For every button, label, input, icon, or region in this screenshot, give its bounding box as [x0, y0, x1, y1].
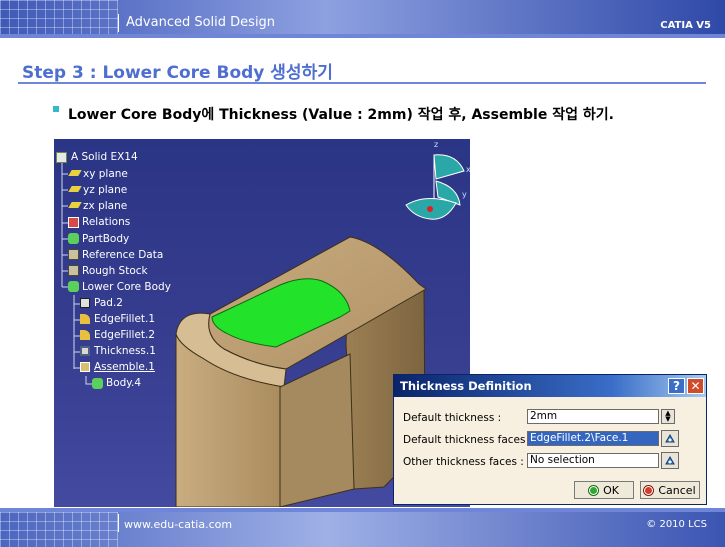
header-brand: CATIA V5: [660, 20, 711, 31]
default-faces-select-button[interactable]: [661, 430, 679, 447]
other-faces-select-button[interactable]: [661, 452, 679, 469]
tree-item-pad-2[interactable]: Pad.2: [94, 297, 123, 309]
body-icon: [92, 378, 103, 389]
tree-item-zx-plane[interactable]: zx plane: [83, 200, 127, 212]
compass-icon[interactable]: z x y: [396, 139, 470, 229]
default-faces-field[interactable]: EdgeFillet.2\Face.1: [527, 431, 659, 446]
other-faces-label: Other thickness faces :: [403, 456, 524, 468]
body-icon: [68, 233, 79, 244]
geometrical-set-icon: [68, 265, 79, 276]
default-faces-label: Default thickness faces :: [403, 434, 533, 446]
cancel-button[interactable]: Cancel: [640, 481, 700, 499]
thickness-spinner[interactable]: ▲ ▼: [661, 409, 675, 424]
header-separator: [118, 14, 119, 32]
header-title: Advanced Solid Design: [126, 15, 276, 30]
tree-item-rough-stock[interactable]: Rough Stock: [82, 265, 148, 277]
face-selection-icon: [665, 455, 675, 464]
tree-item-lower-core-body[interactable]: Lower Core Body: [82, 281, 171, 293]
instruction-text: Lower Core Body에 Thickness (Value : 2mm)…: [68, 107, 614, 123]
relations-icon: [68, 217, 79, 228]
assemble-icon: [80, 362, 90, 372]
header-grid-pattern: [0, 0, 118, 34]
ok-button[interactable]: OK: [574, 481, 634, 499]
footer-url[interactable]: www.edu-catia.com: [124, 518, 232, 531]
default-thickness-input[interactable]: 2mm: [527, 409, 659, 424]
ok-button-label: OK: [603, 483, 619, 497]
footer-separator: [118, 514, 119, 532]
face-selection-icon: [665, 433, 675, 442]
ok-green-icon: [589, 485, 599, 495]
compass-z-label: z: [434, 140, 438, 149]
step-title-rule: [18, 82, 706, 84]
step-title: Step 3 : Lower Core Body 생성하기: [22, 63, 333, 83]
header-rule: [0, 34, 725, 38]
tree-item-reference-data[interactable]: Reference Data: [82, 249, 163, 261]
tree-item-edgefillet-2[interactable]: EdgeFillet.2: [94, 329, 155, 341]
tree-item-edgefillet-1[interactable]: EdgeFillet.1: [94, 313, 155, 325]
fillet-icon: [80, 330, 90, 340]
tree-item-assemble-1[interactable]: Assemble.1: [94, 361, 155, 373]
dialog-title: Thickness Definition: [400, 379, 532, 393]
bullet-square-icon: [53, 106, 59, 112]
tree-item-yz-plane[interactable]: yz plane: [83, 184, 127, 196]
footer-grid-pattern: [0, 512, 118, 547]
model-front-lower-face: [279, 353, 355, 507]
cancel-red-icon: [644, 485, 654, 495]
tree-item-relations[interactable]: Relations: [82, 216, 130, 228]
tree-item-a-solid-ex14[interactable]: A Solid EX14: [71, 151, 138, 163]
thickness-definition-dialog[interactable]: Thickness Definition ? ✕ Default thickne…: [393, 374, 707, 505]
default-thickness-label: Default thickness :: [403, 412, 502, 424]
thickness-icon: [80, 346, 90, 356]
tree-item-body-4[interactable]: Body.4: [106, 377, 141, 389]
body-icon: [68, 281, 79, 292]
geometrical-set-icon: [68, 249, 79, 260]
fillet-icon: [80, 314, 90, 324]
compass-y-label: y: [462, 190, 467, 199]
footer-copyright: © 2010 LCS: [646, 519, 707, 530]
help-button[interactable]: ?: [668, 378, 685, 394]
other-faces-field[interactable]: No selection: [527, 453, 659, 468]
tree-item-xy-plane[interactable]: xy plane: [83, 168, 128, 180]
close-button[interactable]: ✕: [687, 378, 704, 394]
part-icon: [56, 152, 67, 163]
pad-icon: [80, 298, 90, 308]
tree-item-partbody[interactable]: PartBody: [82, 233, 129, 245]
cancel-button-label: Cancel: [658, 483, 696, 497]
compass-x-label: x: [466, 165, 470, 174]
tree-item-thickness-1[interactable]: Thickness.1: [94, 345, 156, 357]
